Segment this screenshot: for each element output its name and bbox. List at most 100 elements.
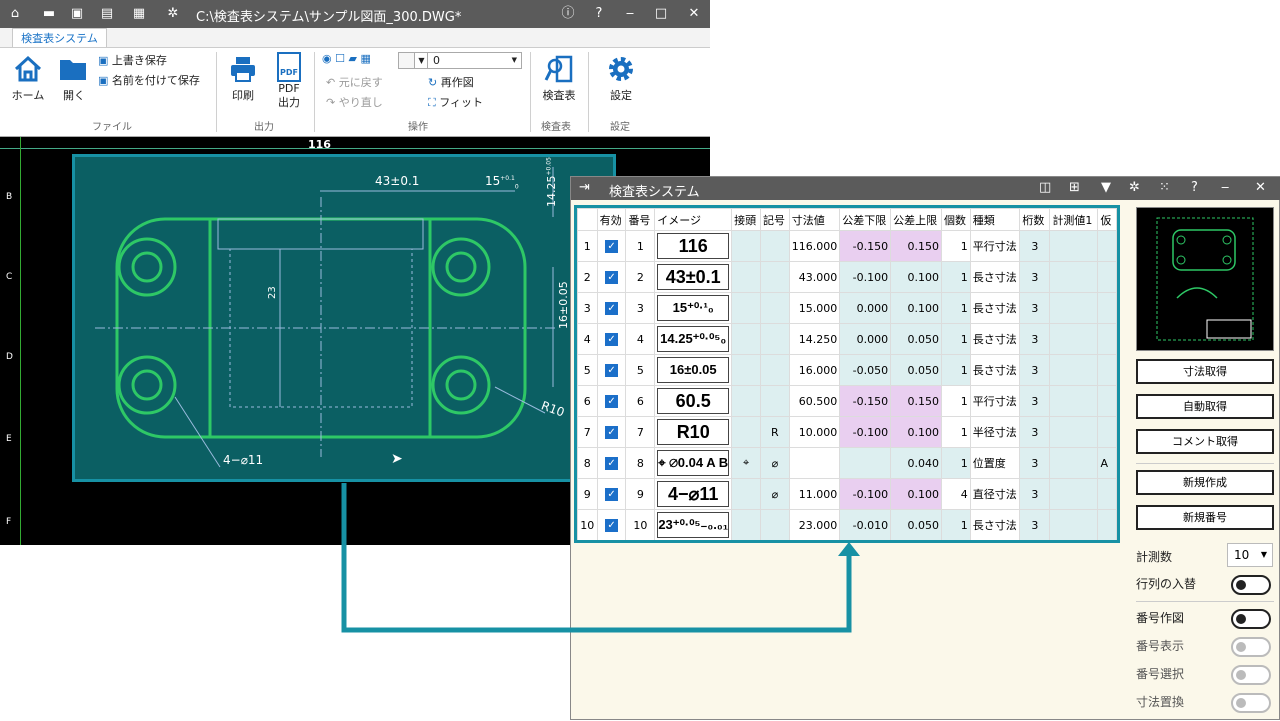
cell-m1[interactable]: [1049, 447, 1099, 479]
cell-kind[interactable]: 直径寸法: [969, 478, 1021, 510]
folder-icon[interactable]: ▬: [40, 5, 58, 23]
info-icon[interactable]: ⓘ: [558, 5, 578, 23]
cell-digits[interactable]: 3: [1019, 385, 1051, 417]
checkbox-checked-icon[interactable]: ✓: [605, 333, 619, 346]
measure-count-select[interactable]: 10 ▼: [1227, 543, 1273, 567]
col-extra[interactable]: 仮: [1097, 208, 1117, 231]
table-row[interactable]: 6 ✓ 6 60.5 60.500 -0.150 0.150 1 平行寸法 3: [577, 385, 1117, 417]
home-button[interactable]: ホーム: [8, 54, 48, 103]
cell-m1[interactable]: [1049, 385, 1099, 417]
cell-digits[interactable]: 3: [1019, 292, 1051, 324]
cell-idx[interactable]: 10: [577, 509, 598, 540]
cell-sym[interactable]: [759, 354, 790, 386]
home-icon[interactable]: ⌂: [6, 5, 24, 23]
dimension-image-cell[interactable]: ⌖ ⌀0.04 A B: [654, 447, 733, 479]
cell-qty[interactable]: 1: [940, 292, 971, 324]
chevron-down-icon[interactable]: ▼: [416, 53, 428, 68]
checkbox-checked-icon[interactable]: ✓: [605, 395, 619, 408]
col-lower-tol[interactable]: 公差下限: [839, 208, 892, 231]
col-enabled[interactable]: 有効: [596, 208, 627, 231]
cell-prefix[interactable]: [731, 292, 761, 324]
dimension-image-cell[interactable]: 4−⌀11: [654, 478, 733, 510]
cell-val[interactable]: [788, 447, 841, 479]
col-symbol[interactable]: 記号: [759, 208, 790, 231]
cell-digits[interactable]: 3: [1019, 478, 1051, 510]
cell-up[interactable]: 0.100: [890, 416, 942, 448]
square-icon[interactable]: ☐: [335, 52, 345, 65]
checkbox-checked-icon[interactable]: ✓: [605, 426, 619, 439]
cell-val[interactable]: 11.000: [788, 478, 841, 510]
cell-prefix[interactable]: [731, 230, 761, 262]
enabled-checkbox-cell[interactable]: ✓: [596, 230, 627, 262]
cell-up[interactable]: 0.100: [890, 292, 942, 324]
save-as-button[interactable]: ▣ 名前を付けて保存: [98, 72, 200, 88]
cell-idx[interactable]: 1: [577, 230, 598, 262]
cell-val[interactable]: 60.500: [788, 385, 841, 417]
print-small-icon[interactable]: ▦: [360, 52, 370, 65]
cell-prefix[interactable]: [731, 323, 761, 355]
cell-up[interactable]: 0.050: [890, 354, 942, 386]
cell-digits[interactable]: 3: [1019, 416, 1051, 448]
cell-idx[interactable]: 7: [577, 416, 598, 448]
col-image[interactable]: イメージ: [654, 208, 733, 231]
cell-kind[interactable]: 長さ寸法: [969, 261, 1021, 293]
cell-qty[interactable]: 1: [940, 354, 971, 386]
cell-up[interactable]: 0.150: [890, 385, 942, 417]
cell-up[interactable]: 0.050: [890, 509, 942, 540]
cell-up[interactable]: 0.100: [890, 261, 942, 293]
print-button[interactable]: 印刷: [225, 54, 261, 103]
cell-ex[interactable]: [1097, 478, 1117, 510]
cell-sym[interactable]: [759, 509, 790, 540]
gear-icon[interactable]: ✲: [1129, 180, 1140, 195]
cell-low[interactable]: -0.100: [839, 416, 892, 448]
cell-m1[interactable]: [1049, 354, 1099, 386]
redraw-button[interactable]: ↻ 再作図: [428, 74, 474, 90]
table-row[interactable]: 7 ✓ 7 R10 R 10.000 -0.100 0.100 1 半径寸法 3: [577, 416, 1117, 448]
cell-num[interactable]: 10: [625, 509, 656, 540]
col-value[interactable]: 寸法値: [788, 208, 841, 231]
cell-kind[interactable]: 平行寸法: [969, 230, 1021, 262]
dock-icon[interactable]: ⇥: [579, 180, 590, 195]
cell-num[interactable]: 7: [625, 416, 656, 448]
cell-qty[interactable]: 1: [940, 230, 971, 262]
cell-digits[interactable]: 3: [1019, 323, 1051, 355]
get-dimension-button[interactable]: 寸法取得: [1136, 359, 1274, 384]
cell-prefix[interactable]: [731, 416, 761, 448]
redo-button[interactable]: ↷ やり直し: [326, 94, 383, 110]
table-row[interactable]: 10 ✓ 10 23⁺⁰·⁰⁵₋₀.₀₁ 23.000 -0.010 0.050 1 長さ寸法 3: [577, 509, 1117, 540]
enabled-checkbox-cell[interactable]: ✓: [596, 354, 627, 386]
cell-num[interactable]: 8: [625, 447, 656, 479]
save-button[interactable]: ▣ 上書き保存: [98, 52, 167, 68]
gear-icon[interactable]: ✲: [164, 5, 182, 23]
cell-idx[interactable]: 6: [577, 385, 598, 417]
cell-low[interactable]: 0.000: [839, 292, 892, 324]
undo-button[interactable]: ↶ 元に戻す: [326, 74, 383, 90]
cell-ex[interactable]: [1097, 509, 1117, 540]
cell-val[interactable]: 16.000: [788, 354, 841, 386]
cell-m1[interactable]: [1049, 230, 1099, 262]
cell-kind[interactable]: 平行寸法: [969, 385, 1021, 417]
cell-idx[interactable]: 5: [577, 354, 598, 386]
cell-up[interactable]: 0.040: [890, 447, 942, 479]
cell-up[interactable]: 0.050: [890, 323, 942, 355]
cell-val[interactable]: 14.250: [788, 323, 841, 355]
cell-m1[interactable]: [1049, 416, 1099, 448]
cell-kind[interactable]: 半径寸法: [969, 416, 1021, 448]
checkbox-checked-icon[interactable]: ✓: [605, 302, 619, 315]
cell-ex[interactable]: [1097, 416, 1117, 448]
checkbox-checked-icon[interactable]: ✓: [605, 457, 619, 470]
cell-ex[interactable]: [1097, 323, 1117, 355]
col-prefix[interactable]: 接頭: [731, 208, 761, 231]
layer-select[interactable]: ▼ 0 ▼: [398, 52, 522, 69]
cell-digits[interactable]: 3: [1019, 509, 1051, 540]
table-row[interactable]: 5 ✓ 5 16±0.05 16.000 -0.050 0.050 1 長さ寸法 3: [577, 354, 1117, 386]
cell-prefix[interactable]: [731, 354, 761, 386]
cell-digits[interactable]: 3: [1019, 230, 1051, 262]
checkbox-checked-icon[interactable]: ✓: [605, 364, 619, 377]
new-number-button[interactable]: 新規番号: [1136, 505, 1274, 530]
cell-kind[interactable]: 長さ寸法: [969, 354, 1021, 386]
cell-qty[interactable]: 1: [940, 261, 971, 293]
cell-kind[interactable]: 長さ寸法: [969, 292, 1021, 324]
table-row[interactable]: 2 ✓ 2 43±0.1 43.000 -0.100 0.100 1 長さ寸法 3: [577, 261, 1117, 293]
cell-sym[interactable]: [759, 323, 790, 355]
